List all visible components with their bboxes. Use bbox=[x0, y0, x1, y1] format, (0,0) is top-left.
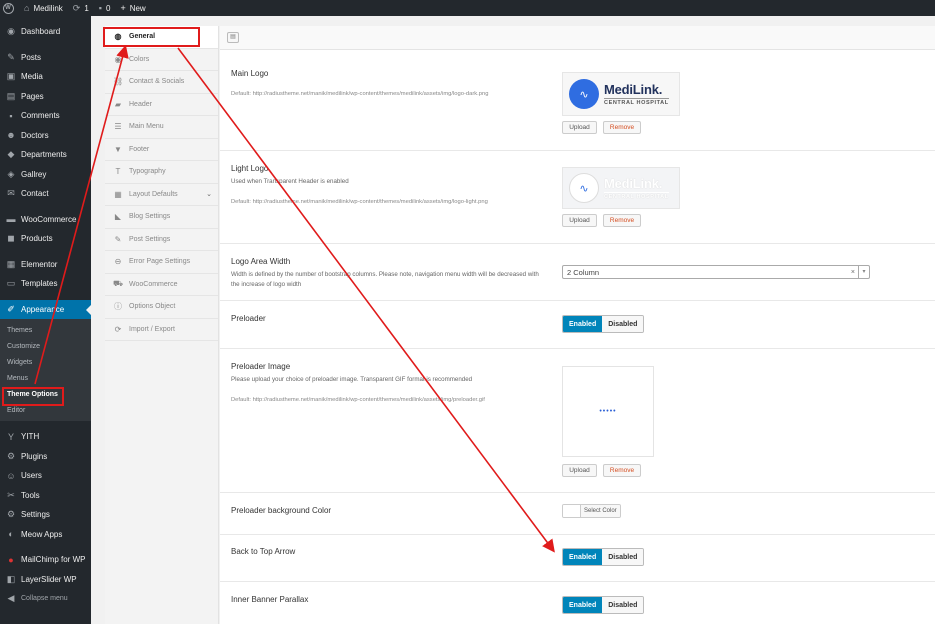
arrow-to-general bbox=[34, 44, 129, 385]
annotation-arrows bbox=[34, 44, 555, 553]
arrow-to-back-to-top bbox=[177, 47, 555, 553]
